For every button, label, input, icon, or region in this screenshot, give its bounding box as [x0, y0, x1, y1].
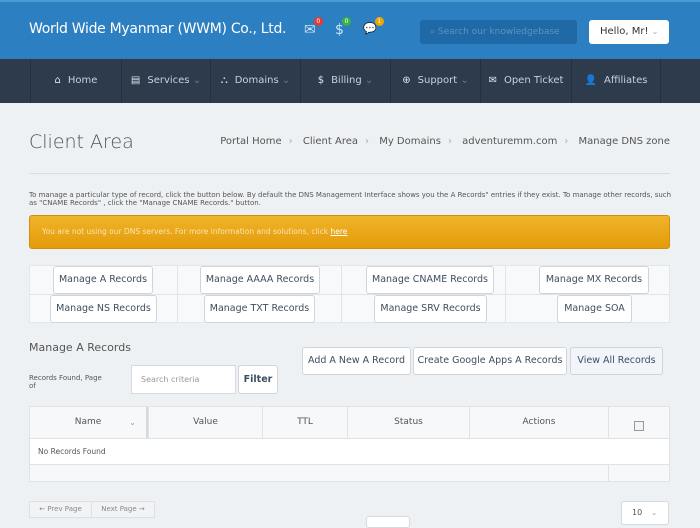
envelope-icon: ✉	[488, 75, 497, 86]
records-found-text: Records Found, Page of	[29, 374, 102, 390]
divider	[29, 173, 670, 174]
dns-warning-alert: You are not using our DNS servers. For m…	[29, 215, 670, 249]
create-google-apps-records-button[interactable]: Create Google Apps A Records	[413, 347, 567, 375]
nav-billing[interactable]: $ Billing ⌄	[300, 59, 390, 103]
knowledgebase-search-input[interactable]: ⌕ Search our knowledgebase	[420, 20, 577, 44]
breadcrumb-domain[interactable]: adventuremm.com	[462, 136, 557, 147]
chevron-down-icon: ⌄	[650, 508, 658, 517]
alert-here-link[interactable]: here	[331, 227, 348, 236]
brand-name[interactable]: World Wide Myanmar (WWM) Co., Ltd.	[29, 21, 287, 37]
manage-a-records-button[interactable]: Manage A Records	[53, 266, 153, 294]
chevron-down-icon: ⌄	[651, 27, 659, 36]
support-icon: ⊕	[402, 75, 411, 86]
binoculars-icon: ⛬	[220, 75, 228, 86]
user-icon: 👤	[584, 75, 597, 86]
pagination: ← Prev Page Next Page →	[29, 501, 155, 518]
empty-row: No Records Found	[30, 438, 669, 465]
page-title: Client Area	[29, 131, 134, 153]
breadcrumb-client-area[interactable]: Client Area	[303, 136, 358, 147]
breadcrumb: Portal Home › Client Area › My Domains › ad…	[220, 136, 670, 147]
manage-srv-records-button[interactable]: Manage SRV Records	[374, 295, 487, 323]
home-icon: ⌂	[54, 75, 61, 86]
section-heading: Manage A Records	[29, 341, 131, 354]
records-table: Name ⌄ Value TTL Status Actions No Recor…	[29, 406, 670, 482]
search-icon: ⌕	[430, 27, 438, 37]
badge: 0	[313, 17, 323, 26]
column-status[interactable]: Status	[347, 407, 469, 438]
record-type-grid: Manage A Records Manage AAAA Records Man…	[29, 265, 670, 323]
nav-services[interactable]: ▤ Services ⌄	[121, 59, 210, 103]
nav-support[interactable]: ⊕ Support ⌄	[390, 59, 480, 103]
breadcrumb-my-domains[interactable]: My Domains	[379, 136, 441, 147]
user-menu-button[interactable]: Hello, Mr! ⌄	[589, 20, 669, 44]
next-page-button[interactable]: Next Page →	[92, 502, 154, 517]
select-all-column	[608, 407, 669, 438]
services-icon: ▤	[130, 75, 141, 86]
column-ttl[interactable]: TTL	[262, 407, 347, 438]
badge: 0	[341, 17, 351, 26]
manage-cname-records-button[interactable]: Manage CNAME Records	[366, 266, 494, 294]
breadcrumb-current: Manage DNS zone	[578, 136, 670, 147]
breadcrumb-portal-home[interactable]: Portal Home	[220, 136, 281, 147]
envelope-icon[interactable]: ✉ 0	[304, 17, 323, 38]
column-actions: Actions	[469, 407, 608, 438]
filter-button[interactable]: Filter	[238, 365, 278, 394]
description: To manage a particular type of record, c…	[29, 191, 672, 207]
column-name[interactable]: Name ⌄	[30, 407, 148, 438]
main-nav: ⌂ Home ▤ Services ⌄ ⛬ Domains ⌄ $ Billing ⌄ …	[0, 59, 700, 103]
chat-icon[interactable]: 💬 1	[363, 17, 384, 35]
column-value[interactable]: Value	[148, 407, 262, 438]
select-all-checkbox[interactable]	[634, 421, 644, 431]
search-criteria-input[interactable]: Search criteria	[131, 365, 236, 394]
manage-txt-records-button[interactable]: Manage TXT Records	[204, 295, 315, 323]
dollar-icon: $	[317, 75, 325, 86]
nav-domains[interactable]: ⛬ Domains ⌄	[210, 59, 300, 103]
nav-affiliates[interactable]: 👤 Affiliates	[571, 59, 661, 103]
view-all-records-button[interactable]: View All Records	[570, 347, 663, 375]
page-number-box[interactable]	[366, 516, 410, 528]
add-a-record-button[interactable]: Add A New A Record	[302, 347, 411, 375]
nav-home[interactable]: ⌂ Home	[30, 59, 121, 103]
badge: 1	[374, 17, 384, 26]
header: World Wide Myanmar (WWM) Co., Ltd. ✉ 0 $0…	[0, 0, 700, 59]
manage-ns-records-button[interactable]: Manage NS Records	[50, 295, 157, 323]
manage-aaaa-records-button[interactable]: Manage AAAA Records	[200, 266, 320, 294]
prev-page-button[interactable]: ← Prev Page	[30, 502, 92, 517]
manage-soa-button[interactable]: Manage SOA	[557, 295, 632, 323]
per-page-select[interactable]: 10 ⌄	[621, 501, 669, 525]
nav-open-ticket[interactable]: ✉ Open Ticket	[480, 59, 571, 103]
dollar-icon[interactable]: $0	[335, 17, 351, 38]
sort-icon: ⌄	[129, 418, 136, 427]
manage-mx-records-button[interactable]: Manage MX Records	[539, 266, 649, 294]
